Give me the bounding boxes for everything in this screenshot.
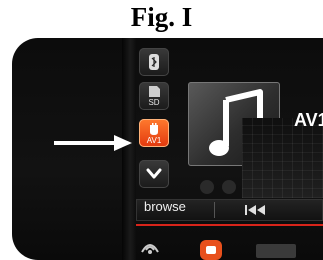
previous-track-icon[interactable]: [244, 204, 268, 216]
av1-button-label: AV1: [146, 136, 162, 145]
lower-icons-graphic: [141, 240, 296, 260]
wireless-icon: [141, 244, 159, 254]
av1-button[interactable]: AV1: [139, 119, 169, 147]
figure-title: Fig. I: [130, 2, 193, 32]
expand-button[interactable]: [139, 160, 169, 188]
sd-label: SD: [148, 98, 160, 107]
control-bar: browse: [136, 199, 323, 221]
bluetooth-icon: [149, 54, 159, 70]
media-icon: [256, 244, 296, 258]
pointer-arrow: [54, 135, 132, 151]
page-dot: [222, 180, 236, 194]
page-dot: [200, 180, 214, 194]
radio-icon: [200, 240, 222, 260]
bluetooth-button[interactable]: [139, 48, 169, 76]
sd-button[interactable]: SD: [139, 82, 169, 110]
divider: [214, 202, 215, 218]
browse-button[interactable]: browse: [144, 199, 186, 221]
source-label: AV1: [294, 110, 323, 130]
accent-strip: [136, 224, 323, 226]
lower-icon-row: [136, 230, 323, 260]
chevron-down-icon: [146, 168, 162, 179]
